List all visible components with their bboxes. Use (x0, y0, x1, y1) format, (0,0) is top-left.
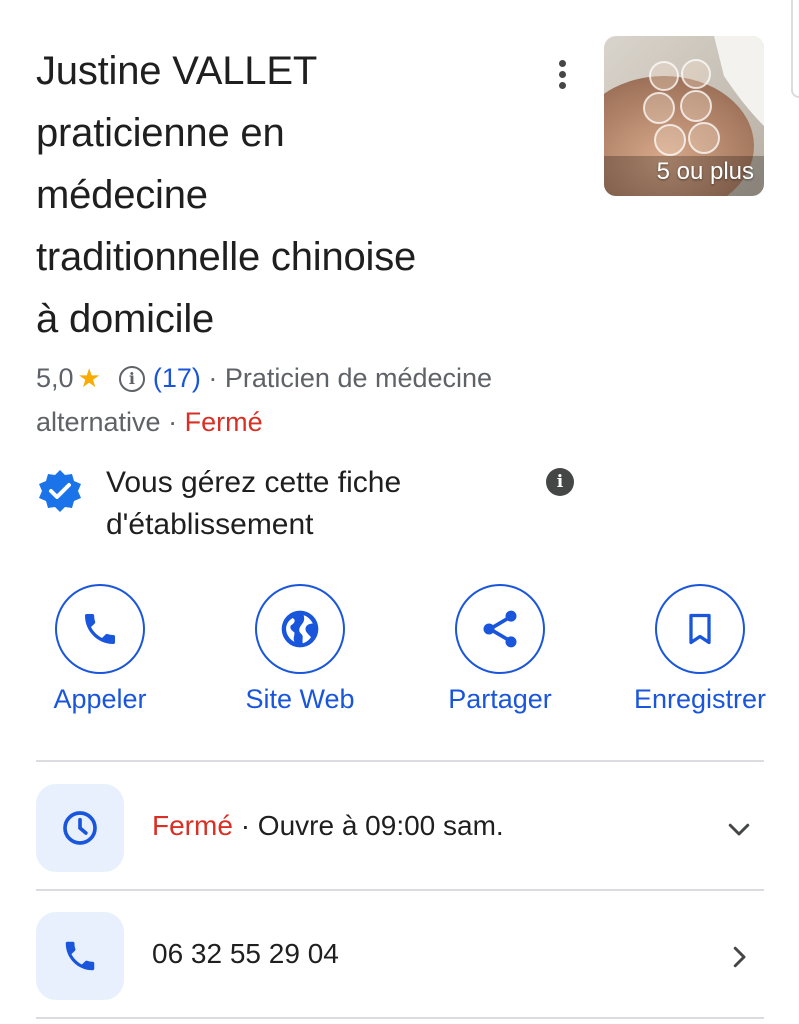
review-count-link[interactable]: (17) (153, 363, 201, 393)
save-label: Enregistrer (633, 684, 767, 714)
rating-and-category: 5,0 ★ i (17) · Praticien de médecine altern… (36, 356, 596, 444)
verified-owner-text: Vous gérez cette fiche d'établissement (106, 466, 402, 541)
call-label: Appeler (53, 684, 147, 714)
share-icon (455, 584, 545, 674)
category-text-cont: alternative (36, 407, 161, 437)
hours-row[interactable]: Fermé · Ouvre à 09:00 sam. (36, 784, 764, 874)
phone-icon (36, 912, 124, 1000)
photo-count-label: 5 ou plus (656, 158, 754, 185)
divider (36, 889, 764, 891)
chevron-down-icon[interactable] (724, 814, 754, 844)
rating-info-icon[interactable]: i (118, 366, 145, 392)
divider (36, 760, 764, 762)
share-button[interactable]: Partager (400, 584, 600, 715)
clock-icon (36, 784, 124, 872)
call-button[interactable]: Appeler (0, 584, 200, 715)
phone-row[interactable]: 06 32 55 29 04 (36, 912, 764, 1002)
save-button[interactable]: Enregistrer (600, 584, 799, 715)
title-line: praticienne en (36, 111, 285, 155)
title-line: Justine VALLET (36, 49, 318, 93)
globe-icon (255, 584, 345, 674)
verified-badge-icon (39, 470, 81, 512)
rating-value: 5,0 (36, 363, 74, 393)
chevron-right-icon[interactable] (724, 942, 754, 972)
website-button[interactable]: Site Web (200, 584, 400, 715)
open-status: Fermé (184, 407, 263, 437)
website-label: Site Web (245, 684, 355, 714)
title-line: médecine (36, 173, 208, 217)
title-line: traditionnelle chinoise (36, 235, 417, 279)
separator: · (168, 407, 178, 437)
business-photo[interactable]: 5 ou plus (604, 36, 764, 196)
category-text: Praticien de médecine (224, 363, 493, 393)
hours-next-open: Ouvre à 09:00 sam. (257, 810, 504, 841)
scroll-edge (791, 0, 799, 98)
business-title: Justine VALLET praticienne en médecine t… (36, 40, 556, 350)
hours-status: Fermé (152, 810, 233, 841)
separator: · (240, 810, 251, 841)
separator: · (208, 363, 218, 393)
share-label: Partager (448, 684, 552, 714)
hours-text: Fermé · Ouvre à 09:00 sam. (152, 810, 504, 842)
phone-icon (55, 584, 145, 674)
more-options-icon[interactable] (548, 56, 576, 96)
verified-info-icon[interactable]: i (546, 468, 574, 496)
divider (36, 1017, 764, 1019)
star-icon: ★ (77, 363, 101, 393)
bookmark-icon (655, 584, 745, 674)
phone-number: 06 32 55 29 04 (152, 938, 339, 969)
title-line: à domicile (36, 297, 215, 341)
